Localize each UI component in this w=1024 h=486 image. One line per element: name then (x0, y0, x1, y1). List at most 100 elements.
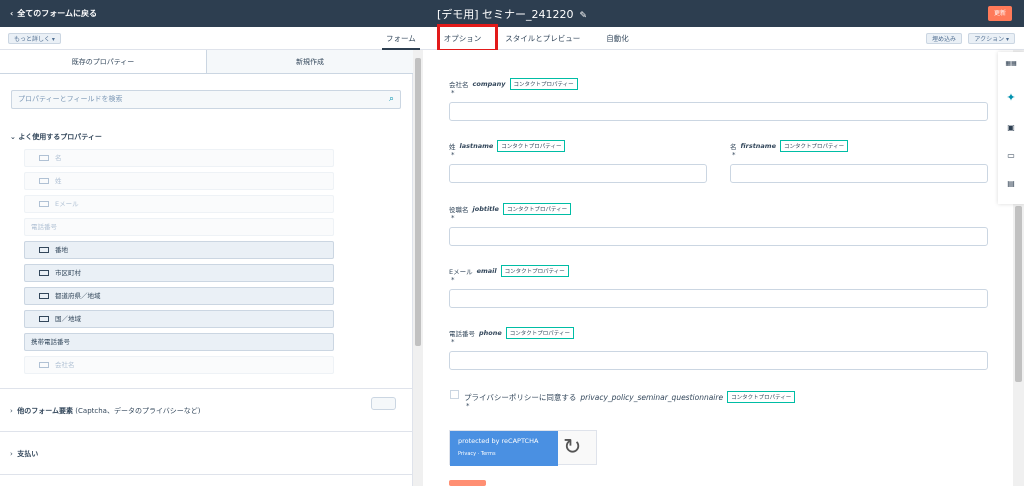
label-text: 会社名 (449, 81, 469, 89)
lastname-label: 姓 lastname コンタクトプロパティー (449, 140, 566, 152)
divider (0, 431, 413, 432)
internal-name: email (476, 267, 497, 275)
field-email: Eメール (24, 195, 334, 213)
other-elements-suffix: (Captcha、データのプライバシーなど) (75, 407, 201, 415)
right-tool-rail: ▦▦ ✦ ▣ ▭ ▤ (998, 52, 1024, 204)
text-field-icon (39, 201, 49, 207)
payment-toggle[interactable] (371, 397, 396, 410)
text-field-icon (39, 362, 49, 368)
field-company: 会社名 (24, 356, 334, 374)
frequent-properties-title: よく使用するプロパティー (18, 133, 102, 141)
calendar-icon[interactable]: ▭ (998, 151, 1024, 160)
text-field-icon (39, 247, 49, 253)
tab-style-preview[interactable]: スタイルとプレビュー (505, 27, 580, 50)
sparkle-icon[interactable]: ✦ (998, 91, 1024, 104)
privacy-checkbox[interactable] (450, 390, 459, 399)
divider (0, 474, 413, 475)
tab-create-new[interactable]: 新規作成 (207, 50, 413, 74)
company-input[interactable] (449, 102, 988, 121)
contact-property-badge: コンタクトプロパティー (509, 78, 578, 90)
privacy-label: プライバシーポリシーに同意する privacy_policy_seminar_qu… (464, 391, 796, 403)
required-mark: * (732, 151, 736, 159)
tab-existing-properties[interactable]: 既存のプロパティー (0, 50, 207, 74)
required-mark: * (451, 338, 455, 346)
field-label: 電話番号 (31, 223, 57, 231)
required-mark: * (451, 89, 455, 97)
field-label: 都道府県／地域 (55, 292, 101, 300)
email-input[interactable] (449, 289, 988, 308)
phone-label: 電話番号 phone コンタクトプロパティー (449, 327, 574, 339)
field-country[interactable]: 国／地域 (24, 310, 334, 328)
search-placeholder: プロパティーとフィールドを検索 (18, 95, 123, 103)
label-text: プライバシーポリシーに同意する (464, 392, 577, 402)
submit-button[interactable] (449, 480, 486, 486)
field-phone: 電話番号 (24, 218, 334, 236)
recaptcha-badge: protected by reCAPTCHA Privacy · Terms ↻ (449, 430, 597, 466)
property-search-input[interactable]: プロパティーとフィールドを検索 ⌕ (11, 90, 401, 109)
internal-name: jobtitle (472, 205, 499, 213)
contact-property-badge: コンタクトプロパティー (497, 140, 566, 152)
text-field-icon (39, 270, 49, 276)
tab-form[interactable]: フォーム (382, 27, 420, 50)
editor-tabs: フォーム オプション スタイルとプレビュー 自動化 (382, 27, 629, 50)
right-scrollbar-thumb[interactable] (1015, 206, 1022, 382)
top-bar: ‹ 全てのフォームに戻る [デモ用] セミナー_241220 ✎ 更新 (0, 0, 1024, 27)
field-label: 姓 (55, 177, 62, 185)
update-button[interactable]: 更新 (988, 6, 1012, 21)
field-state[interactable]: 都道府県／地域 (24, 287, 334, 305)
phone-input[interactable] (449, 351, 988, 370)
internal-name: lastname (459, 142, 494, 150)
edit-pencil-icon[interactable]: ✎ (580, 11, 588, 21)
firstname-input[interactable] (730, 164, 988, 183)
label-text: 名 (730, 143, 737, 151)
divider (0, 388, 413, 389)
jobtitle-label: 役職名 jobtitle コンタクトプロパティー (449, 203, 572, 215)
other-elements-title: 他のフォーム要素 (17, 407, 74, 415)
search-icon[interactable]: ⌕ (389, 91, 394, 108)
internal-name: phone (479, 329, 502, 337)
jobtitle-input[interactable] (449, 227, 988, 246)
text-field-icon (39, 178, 49, 184)
required-mark: * (451, 151, 455, 159)
text-field-icon (39, 293, 49, 299)
field-city[interactable]: 市区町村 (24, 264, 334, 282)
email-label: Eメール email コンタクトプロパティー (449, 265, 569, 277)
contact-property-badge: コンタクトプロパティー (500, 265, 569, 277)
recaptcha-logo-icon: ↻ (563, 435, 582, 460)
label-text: 姓 (449, 143, 456, 151)
field-label: 携帯電話番号 (31, 338, 70, 346)
text-field-icon (39, 155, 49, 161)
embed-button[interactable]: 埋め込み (925, 33, 962, 44)
form-title[interactable]: [デモ用] セミナー_241220 ✎ (0, 6, 1024, 22)
actions-button[interactable]: アクション ▾ (968, 33, 1015, 44)
contact-property-badge: コンタクトプロパティー (780, 140, 849, 152)
recaptcha-text: protected by reCAPTCHA (458, 437, 539, 445)
grid-icon[interactable]: ▦▦ (998, 60, 1024, 67)
form-title-text: [デモ用] セミナー_241220 (436, 8, 574, 21)
label-text: 電話番号 (449, 330, 475, 338)
frequent-properties-header[interactable]: ⌄ よく使用するプロパティー (10, 132, 102, 142)
firstname-label: 名 firstname コンタクトプロパティー (730, 140, 849, 152)
required-mark: * (451, 276, 455, 284)
internal-name: firstname (740, 142, 777, 150)
field-label: 番地 (55, 246, 68, 254)
payment-title: 支払い (17, 450, 39, 458)
contact-property-badge: コンタクトプロパティー (505, 327, 574, 339)
label-text: 役職名 (449, 206, 469, 214)
other-form-elements-header[interactable]: › 他のフォーム要素 (Captcha、データのプライバシーなど) (10, 406, 201, 416)
field-address[interactable]: 番地 (24, 241, 334, 259)
lastname-input[interactable] (449, 164, 707, 183)
panel-tabs: 既存のプロパティー 新規作成 (0, 50, 413, 74)
company-label: 会社名 company コンタクトプロパティー (449, 78, 578, 90)
calendar-check-icon[interactable]: ▤ (998, 179, 1024, 188)
field-mobile-phone[interactable]: 携帯電話番号 (24, 333, 334, 351)
required-mark: * (451, 214, 455, 222)
left-scrollbar-thumb[interactable] (415, 58, 421, 346)
internal-name: privacy_policy_seminar_questionnaire (580, 392, 724, 402)
payment-header[interactable]: › 支払い (10, 449, 38, 459)
recaptcha-links[interactable]: Privacy · Terms (458, 451, 550, 457)
tab-automation[interactable]: 自動化 (606, 27, 629, 50)
chat-icon[interactable]: ▣ (998, 123, 1024, 132)
more-details-button[interactable]: もっと詳しく ▾ (8, 33, 61, 44)
internal-name: company (472, 80, 506, 88)
